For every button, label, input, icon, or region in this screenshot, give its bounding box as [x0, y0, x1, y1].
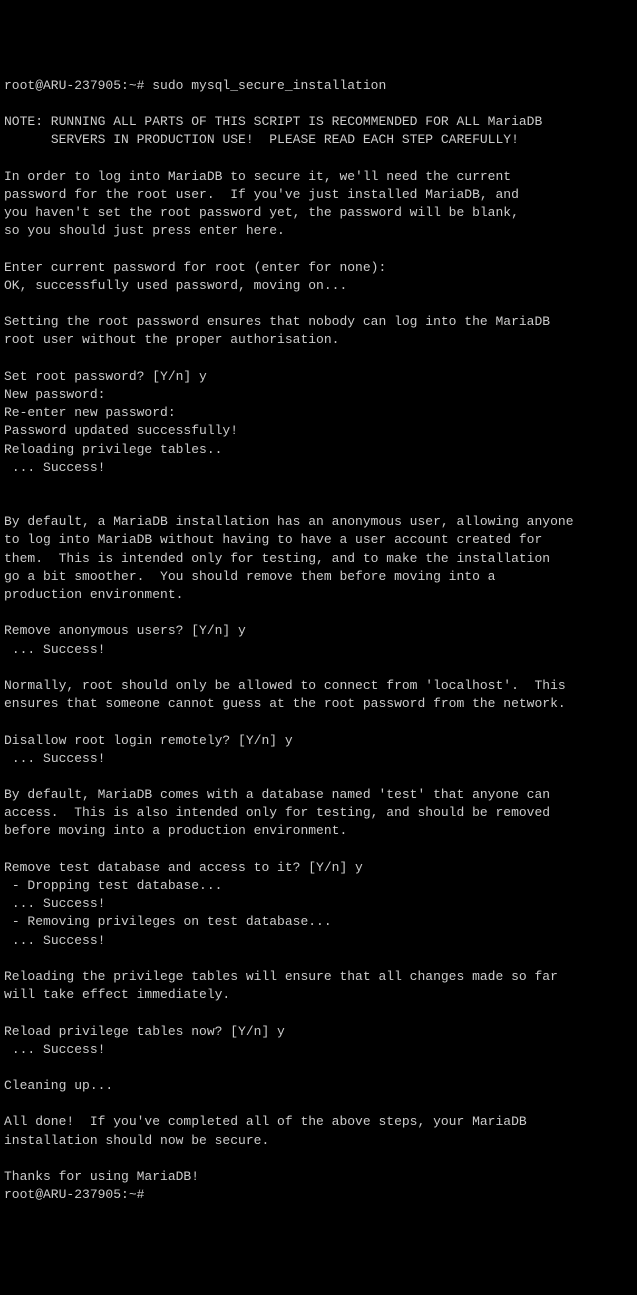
terminal-line	[4, 477, 633, 495]
terminal-line: By default, MariaDB comes with a databas…	[4, 786, 633, 804]
terminal-line: root@ARU-237905:~# sudo mysql_secure_ins…	[4, 77, 633, 95]
terminal-line: Cleaning up...	[4, 1077, 633, 1095]
terminal-line: Normally, root should only be allowed to…	[4, 677, 633, 695]
terminal-line: New password:	[4, 386, 633, 404]
terminal-line: By default, a MariaDB installation has a…	[4, 513, 633, 531]
terminal-line	[4, 768, 633, 786]
terminal-line: Reloading the privilege tables will ensu…	[4, 968, 633, 986]
terminal-line	[4, 950, 633, 968]
terminal-line: will take effect immediately.	[4, 986, 633, 1004]
terminal-line: before moving into a production environm…	[4, 822, 633, 840]
terminal-line: NOTE: RUNNING ALL PARTS OF THIS SCRIPT I…	[4, 113, 633, 131]
terminal-line: ... Success!	[4, 459, 633, 477]
terminal-line: ... Success!	[4, 1041, 633, 1059]
terminal-line: SERVERS IN PRODUCTION USE! PLEASE READ E…	[4, 131, 633, 149]
terminal-line: you haven't set the root password yet, t…	[4, 204, 633, 222]
terminal-line: Set root password? [Y/n] y	[4, 368, 633, 386]
terminal-line	[4, 240, 633, 258]
terminal-line: Remove test database and access to it? […	[4, 859, 633, 877]
terminal-line: so you should just press enter here.	[4, 222, 633, 240]
terminal-line: Reload privilege tables now? [Y/n] y	[4, 1023, 633, 1041]
terminal-line	[4, 1150, 633, 1168]
terminal-line: Enter current password for root (enter f…	[4, 259, 633, 277]
terminal-line	[4, 1004, 633, 1022]
terminal-line: go a bit smoother. You should remove the…	[4, 568, 633, 586]
terminal-line: Reloading privilege tables..	[4, 441, 633, 459]
terminal-line: All done! If you've completed all of the…	[4, 1113, 633, 1131]
terminal-line	[4, 604, 633, 622]
terminal-line: OK, successfully used password, moving o…	[4, 277, 633, 295]
terminal-line: Re-enter new password:	[4, 404, 633, 422]
terminal-line: installation should now be secure.	[4, 1132, 633, 1150]
terminal-line: root user without the proper authorisati…	[4, 331, 633, 349]
terminal-line: them. This is intended only for testing,…	[4, 550, 633, 568]
terminal-line	[4, 659, 633, 677]
terminal-line: In order to log into MariaDB to secure i…	[4, 168, 633, 186]
terminal-line	[4, 295, 633, 313]
terminal-line: Thanks for using MariaDB!	[4, 1168, 633, 1186]
terminal-line: - Dropping test database...	[4, 877, 633, 895]
terminal-line	[4, 713, 633, 731]
terminal-output[interactable]: root@ARU-237905:~# sudo mysql_secure_ins…	[4, 77, 633, 1205]
terminal-line	[4, 1095, 633, 1113]
terminal-line: to log into MariaDB without having to ha…	[4, 531, 633, 549]
terminal-line	[4, 495, 633, 513]
terminal-line: ... Success!	[4, 750, 633, 768]
terminal-line: password for the root user. If you've ju…	[4, 186, 633, 204]
terminal-line	[4, 150, 633, 168]
terminal-line: Disallow root login remotely? [Y/n] y	[4, 732, 633, 750]
terminal-line: production environment.	[4, 586, 633, 604]
terminal-prompt[interactable]: root@ARU-237905:~#	[4, 1186, 633, 1204]
terminal-line	[4, 1059, 633, 1077]
terminal-line: Password updated successfully!	[4, 422, 633, 440]
terminal-line: - Removing privileges on test database..…	[4, 913, 633, 931]
terminal-line: ... Success!	[4, 932, 633, 950]
terminal-line: ... Success!	[4, 895, 633, 913]
terminal-line	[4, 95, 633, 113]
terminal-line	[4, 841, 633, 859]
terminal-line: access. This is also intended only for t…	[4, 804, 633, 822]
terminal-line: Setting the root password ensures that n…	[4, 313, 633, 331]
terminal-line	[4, 350, 633, 368]
terminal-line: ensures that someone cannot guess at the…	[4, 695, 633, 713]
terminal-line: Remove anonymous users? [Y/n] y	[4, 622, 633, 640]
terminal-line: ... Success!	[4, 641, 633, 659]
